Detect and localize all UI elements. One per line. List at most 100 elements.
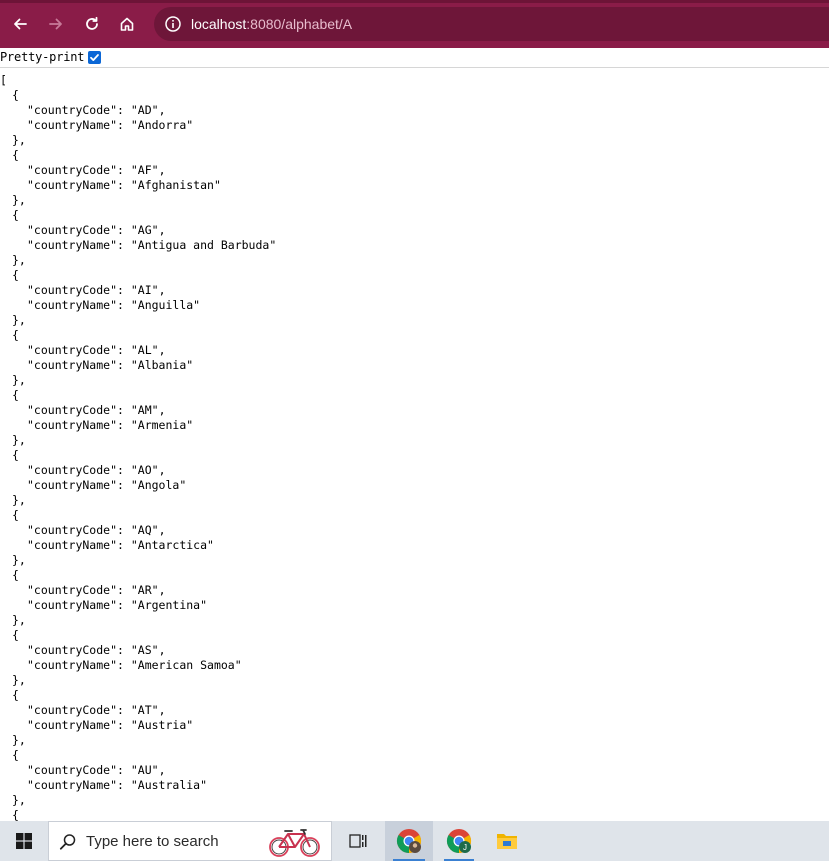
json-object-close: }, [12,793,26,807]
json-country-name-line: "countryName": "Armenia" [27,418,194,432]
country-name-value: Australia [137,778,201,792]
home-icon [120,17,134,31]
json-object-close: }, [12,733,26,747]
country-name-value: Andorra [137,118,187,132]
json-country-code-line: "countryCode": "AO", [27,463,166,477]
reload-button[interactable] [78,10,106,38]
start-button[interactable] [0,821,48,861]
task-view-button[interactable] [338,821,378,861]
json-open-bracket: [ [0,73,7,88]
windows-taskbar: Type here to search J [0,821,829,861]
country-code-value: AO [137,463,152,477]
json-object-open: { [12,268,19,282]
back-button[interactable] [6,10,34,38]
home-button[interactable] [113,10,141,38]
browser-toolbar: localhost:8080/alphabet/A [0,0,829,48]
page-scrollbar[interactable] [813,68,829,822]
pretty-print-label: Pretty-print [0,50,85,64]
json-country-code-line: "countryCode": "AS", [27,643,166,657]
url-host: localhost [191,16,247,32]
json-object-open: { [12,628,19,642]
site-info-icon[interactable] [164,15,182,38]
country-code-value: AL [137,343,152,357]
country-name-value: Anguilla [137,298,194,312]
json-country-code-line: "countryCode": "AG", [27,223,166,237]
json-country-code-line: "countryCode": "AT", [27,703,166,717]
country-code-value: AS [137,643,152,657]
task-view-icon [349,834,367,848]
json-object-open: { [12,88,19,102]
country-code-value: AG [137,223,152,237]
json-country-code-line: "countryCode": "AM", [27,403,166,417]
search-icon [59,833,77,856]
country-code-value: AI [137,283,152,297]
taskbar-file-explorer[interactable] [486,821,528,861]
json-country-name-line: "countryName": "Antarctica" [27,538,214,552]
country-code-value: AF [137,163,152,177]
country-name-value: Afghanistan [137,178,214,192]
country-name-value: Austria [137,718,187,732]
taskbar-search-box[interactable]: Type here to search [48,821,332,861]
json-object-close: }, [12,493,26,507]
json-object-close: }, [12,253,26,267]
address-url[interactable]: localhost:8080/alphabet/A [191,15,352,33]
taskbar-chrome-active[interactable] [385,821,433,861]
json-object-close: }, [12,673,26,687]
json-country-name-line: "countryName": "Australia" [27,778,208,792]
json-country-name-line: "countryName": "Anguilla" [27,298,201,312]
country-name-value: Armenia [137,418,187,432]
json-object-open: { [12,448,19,462]
chrome-profile-icon: J [446,829,472,853]
country-name-value: Argentina [137,598,201,612]
json-object-close: }, [12,553,26,567]
json-object-open: { [12,568,19,582]
json-country-name-line: "countryName": "Argentina" [27,598,208,612]
json-object-open: { [12,148,19,162]
json-country-name-line: "countryName": "Albania" [27,358,194,372]
country-name-value: Angola [137,478,180,492]
country-name-value: Antigua and Barbuda [137,238,270,252]
json-object-open: { [12,388,19,402]
svg-text:J: J [463,843,467,852]
json-country-name-line: "countryName": "Angola" [27,478,187,492]
forward-button[interactable] [42,10,70,38]
pretty-print-checkbox[interactable] [88,51,101,64]
json-object-open: { [12,688,19,702]
json-country-name-line: "countryName": "American Samoa" [27,658,242,672]
json-object-open: { [12,208,19,222]
arrow-left-icon [14,18,27,30]
json-country-name-line: "countryName": "Austria" [27,718,194,732]
json-object-open: { [12,508,19,522]
json-object-close: }, [12,193,26,207]
checkmark-icon [90,54,99,61]
country-code-value: AR [137,583,152,597]
open-bracket-text: [ [0,73,7,87]
json-country-name-line: "countryName": "Antigua and Barbuda" [27,238,277,252]
pretty-print-bar: Pretty-print [0,48,829,68]
reload-icon [86,16,98,30]
json-country-code-line: "countryCode": "AR", [27,583,166,597]
json-country-code-line: "countryCode": "AU", [27,763,166,777]
file-explorer-icon [497,834,517,849]
country-code-value: AQ [137,523,152,537]
json-object-open: { [12,328,19,342]
json-country-name-line: "countryName": "Afghanistan" [27,178,221,192]
json-object-close: }, [12,133,26,147]
taskbar-chrome-profile[interactable]: J [436,821,482,861]
arrow-right-icon [49,18,62,30]
json-object-close: }, [12,373,26,387]
windows-start-icon [16,833,32,849]
url-path: :8080/alphabet/A [246,16,353,32]
country-name-value: American Samoa [137,658,235,672]
json-country-code-line: "countryCode": "AD", [27,103,166,117]
chrome-icon [396,829,422,853]
country-code-value: AM [137,403,152,417]
address-bar[interactable]: localhost:8080/alphabet/A [154,7,829,41]
json-object-close: }, [12,313,26,327]
country-name-value: Antarctica [137,538,208,552]
json-country-code-line: "countryCode": "AF", [27,163,166,177]
country-code-value: AD [137,103,152,117]
country-name-value: Albania [137,358,187,372]
bicycle-icon [267,825,323,864]
search-placeholder: Type here to search [86,833,219,850]
